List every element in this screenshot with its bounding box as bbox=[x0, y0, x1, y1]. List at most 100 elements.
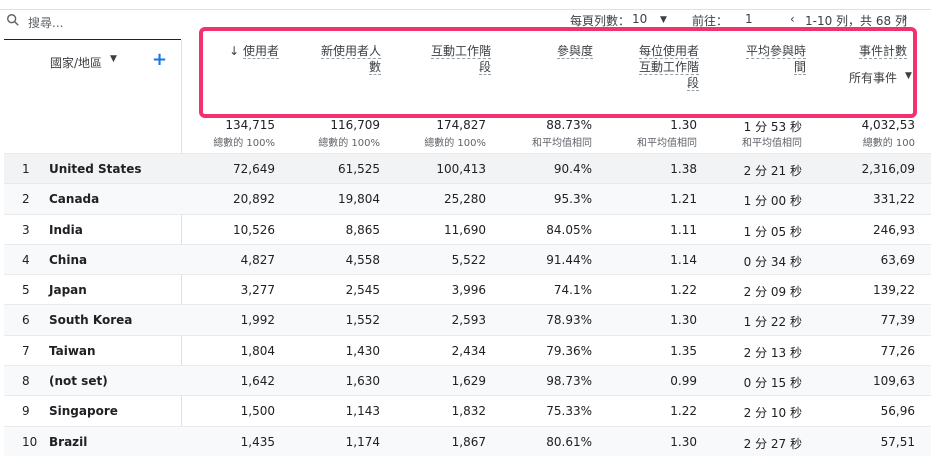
row-rank: 2 bbox=[22, 192, 30, 207]
row-metric-value: 74.1% bbox=[553, 283, 592, 298]
row-rank: 1 bbox=[22, 162, 30, 176]
row-metric-value: 72,649 bbox=[233, 162, 275, 176]
row-country: Canada bbox=[49, 192, 100, 207]
row-country: Taiwan bbox=[49, 343, 96, 358]
chevron-down-icon[interactable]: ▼ bbox=[660, 15, 667, 25]
row-metric-value: 90.4% bbox=[553, 162, 592, 176]
metric-header-event-count[interactable]: 事件計數 bbox=[853, 43, 907, 59]
row-metric-value: 57,51 bbox=[880, 434, 915, 449]
table-row[interactable]: 7 Taiwan 1,804 1,430 2,434 79.36% 1.35 2 分 13 秒… bbox=[4, 334, 931, 365]
row-metric-value: 331,22 bbox=[873, 192, 915, 207]
data-table-body: 1 United States 72,649 61,525 100,413 90.4% 1.… bbox=[4, 153, 931, 456]
row-metric-value: 84.05% bbox=[546, 222, 592, 237]
row-metric-value: 77,39 bbox=[880, 313, 915, 328]
row-metric-value: 8,865 bbox=[345, 222, 380, 237]
total-sub: 總數的 100% bbox=[213, 138, 275, 149]
total-value: 88.73% bbox=[546, 118, 592, 132]
table-row[interactable]: 10 Brazil 1,435 1,174 1,867 80.61% 1.30 2 分 27 … bbox=[4, 425, 931, 456]
chevron-down-icon[interactable]: ▼ bbox=[110, 54, 117, 64]
row-metric-value: 80.61% bbox=[546, 434, 592, 449]
chevron-left-icon[interactable]: ‹ bbox=[790, 12, 795, 26]
row-metric-value: 2,316,09 bbox=[861, 162, 915, 176]
row-metric-value: 1 分 00 秒 bbox=[743, 194, 802, 209]
table-row[interactable]: 6 South Korea 1,992 1,552 2,593 78.93% 1.30 1 分… bbox=[4, 304, 931, 335]
row-country: South Korea bbox=[49, 313, 133, 328]
row-country: India bbox=[49, 222, 83, 237]
metric-header-engaged-sessions[interactable]: 互動工作階段 bbox=[429, 43, 491, 75]
add-dimension-icon[interactable]: + bbox=[152, 49, 167, 70]
row-metric-value: 1.38 bbox=[670, 162, 697, 176]
table-row[interactable]: 8 (not set) 1,642 1,630 1,629 98.73% 0.99 0 分 1… bbox=[4, 365, 931, 396]
row-metric-value: 63,69 bbox=[880, 252, 915, 267]
row-rank: 9 bbox=[22, 404, 30, 419]
row-metric-value: 1,992 bbox=[240, 313, 275, 328]
table-row[interactable]: 2 Canada 20,892 19,804 25,280 95.3% 1.21 1 分 00… bbox=[4, 183, 931, 214]
row-metric-value: 2 分 21 秒 bbox=[743, 164, 802, 178]
row-metric-value: 0 分 15 秒 bbox=[743, 376, 802, 391]
row-metric-value: 1.11 bbox=[670, 222, 697, 237]
row-metric-value: 19,804 bbox=[338, 192, 380, 207]
row-metric-value: 1,629 bbox=[451, 374, 486, 389]
metric-header-users[interactable]: ↓ 使用者 bbox=[219, 43, 279, 59]
search-input[interactable]: 搜尋... bbox=[28, 14, 63, 31]
row-metric-value: 1,832 bbox=[451, 404, 486, 419]
rows-per-page-select[interactable]: 10 bbox=[632, 12, 647, 26]
row-metric-value: 5,522 bbox=[451, 252, 486, 267]
metric-header-engagement-rate[interactable]: 參與度 bbox=[533, 43, 593, 59]
row-rank: 4 bbox=[22, 252, 30, 267]
row-metric-value: 1 分 05 秒 bbox=[743, 224, 802, 239]
search-box[interactable]: 搜尋... bbox=[4, 9, 181, 40]
row-metric-value: 1,143 bbox=[345, 404, 380, 419]
table-row[interactable]: 9 Singapore 1,500 1,143 1,832 75.33% 1.22 2 分 1… bbox=[4, 395, 931, 425]
search-icon bbox=[7, 14, 19, 26]
row-metric-value: 1.21 bbox=[670, 192, 697, 207]
row-metric-value: 91.44% bbox=[546, 252, 592, 267]
table-row[interactable]: 4 China 4,827 4,558 5,522 91.44% 1.14 0 分 34 秒 6… bbox=[4, 243, 931, 275]
total-value: 1.30 bbox=[670, 118, 697, 132]
sort-arrow-icon: ↓ bbox=[229, 44, 240, 58]
row-rank: 10 bbox=[22, 434, 38, 449]
row-metric-value: 0 分 34 秒 bbox=[743, 254, 802, 269]
row-metric-value: 20,892 bbox=[233, 192, 275, 207]
total-sub: 總數的 100 bbox=[862, 138, 915, 149]
total-value: 174,827 bbox=[436, 118, 486, 132]
row-metric-value: 2 分 09 秒 bbox=[743, 285, 802, 300]
row-metric-value: 1,804 bbox=[240, 343, 275, 358]
row-metric-value: 95.3% bbox=[553, 192, 592, 207]
metric-headers-highlight: ↓ 使用者 新使用者人數 互動工作階段 參與度 每位使用者互動工作階段 平均參與… bbox=[199, 27, 917, 118]
goto-input[interactable]: 1 bbox=[745, 12, 753, 26]
row-metric-value: 1,642 bbox=[240, 374, 275, 389]
dimension-selector[interactable]: 國家/地區 bbox=[50, 54, 102, 71]
chevron-right-icon[interactable]: › bbox=[902, 10, 908, 26]
total-sub: 總數的 100% bbox=[424, 138, 486, 149]
event-filter-select[interactable]: 所有事件 bbox=[849, 69, 897, 86]
metric-header-avg-engagement-time[interactable]: 平均參與時間 bbox=[746, 43, 807, 75]
row-country: United States bbox=[49, 162, 142, 176]
row-metric-value: 75.33% bbox=[546, 404, 592, 419]
row-metric-value: 3,277 bbox=[240, 283, 275, 298]
row-country: Singapore bbox=[49, 404, 118, 419]
row-metric-value: 78.93% bbox=[546, 313, 592, 328]
table-row[interactable]: 5 Japan 3,277 2,545 3,996 74.1% 1.22 2 分 09 秒 13… bbox=[4, 274, 931, 304]
row-country: (not set) bbox=[49, 374, 108, 389]
metric-header-engaged-sessions-per-user[interactable]: 每位使用者互動工作階段 bbox=[639, 43, 700, 91]
row-metric-value: 1.14 bbox=[670, 252, 697, 267]
row-country: Brazil bbox=[49, 434, 88, 449]
row-metric-value: 1,500 bbox=[240, 404, 275, 419]
table-row[interactable]: 3 India 10,526 8,865 11,690 84.05% 1.11 1 分 05 … bbox=[4, 213, 931, 244]
metric-header-new-users[interactable]: 新使用者人數 bbox=[319, 43, 381, 75]
chevron-down-icon[interactable]: ▼ bbox=[905, 71, 912, 81]
total-value: 134,715 bbox=[225, 118, 275, 132]
row-metric-value: 77,26 bbox=[880, 343, 915, 358]
row-metric-value: 109,63 bbox=[873, 374, 915, 389]
row-metric-value: 56,96 bbox=[880, 404, 915, 419]
row-metric-value: 1.22 bbox=[670, 283, 697, 298]
table-row[interactable]: 1 United States 72,649 61,525 100,413 90.4% 1.… bbox=[4, 153, 931, 184]
row-metric-value: 139,22 bbox=[873, 283, 915, 298]
row-metric-value: 2 分 13 秒 bbox=[743, 345, 802, 360]
row-metric-value: 4,827 bbox=[240, 252, 275, 267]
totals-row: 134,715 總數的 100% 116,709 總數的 100% 174,82… bbox=[0, 112, 931, 152]
row-metric-value: 1.35 bbox=[670, 343, 697, 358]
total-sub: 和平均值相同 bbox=[637, 138, 697, 149]
row-rank: 3 bbox=[22, 222, 30, 237]
